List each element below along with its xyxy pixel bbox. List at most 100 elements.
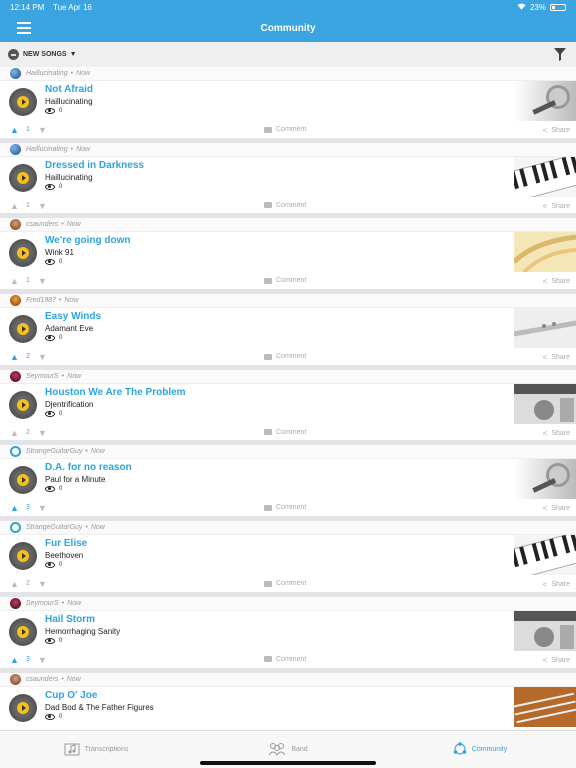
post-body[interactable]: Easy Winds Adamant Eve 0 <box>0 308 576 350</box>
share-button[interactable]: < Share <box>543 277 570 286</box>
comment-button[interactable]: Comment <box>264 277 306 284</box>
upvote-arrow-icon[interactable]: ▲ <box>10 352 19 362</box>
song-title[interactable]: Houston We Are The Problem <box>45 387 186 398</box>
post-card[interactable]: Haillucinating • Now Dressed in Darkness… <box>0 142 576 219</box>
downvote-arrow-icon[interactable]: ▼ <box>38 428 47 438</box>
song-title[interactable]: Fur Elise <box>45 538 87 549</box>
song-filter-dropdown[interactable]: NEW SONGS ▼ <box>8 49 77 60</box>
avatar[interactable] <box>10 295 21 307</box>
funnel-icon[interactable] <box>554 48 566 61</box>
avatar[interactable] <box>10 68 21 79</box>
play-button[interactable] <box>9 466 37 495</box>
downvote-arrow-icon[interactable]: ▼ <box>38 655 47 665</box>
tab-transcriptions[interactable]: Transcriptions <box>0 731 192 768</box>
song-title[interactable]: Cup O' Joe <box>45 690 97 701</box>
play-button[interactable] <box>9 542 37 571</box>
post-author[interactable]: csaunders <box>26 221 58 228</box>
post-body[interactable]: We're going down Wink 91 0 <box>0 232 576 274</box>
view-count: 0 <box>45 335 62 342</box>
post-author[interactable]: SeymourS <box>26 600 59 607</box>
share-button[interactable]: < Share <box>543 580 570 589</box>
post-author[interactable]: SeymourS <box>26 373 59 380</box>
avatar[interactable] <box>10 597 21 609</box>
downvote-arrow-icon[interactable]: ▼ <box>38 201 47 211</box>
play-button[interactable] <box>9 163 37 192</box>
post-body[interactable]: Not Afraid Haillucinating 0 <box>0 81 576 123</box>
comment-button[interactable]: Comment <box>264 429 306 436</box>
comment-label: Comment <box>276 580 307 588</box>
post-author[interactable]: csaunders <box>26 676 58 683</box>
song-title[interactable]: Easy Winds <box>45 311 101 322</box>
post-card[interactable]: StrangeGuitarGuy • Now D.A. for no reaso… <box>0 445 576 522</box>
post-author[interactable]: Fred1987 <box>26 297 56 304</box>
post-card[interactable]: csaunders • Now We're going down Wink 91… <box>0 218 576 295</box>
post-card[interactable]: SeymourS • Now Houston We Are The Proble… <box>0 369 576 446</box>
post-body[interactable]: D.A. for no reason Paul for a Minute 0 <box>0 459 576 501</box>
comment-button[interactable]: Comment <box>264 202 306 209</box>
song-title[interactable]: Hail Storm <box>45 614 95 625</box>
comment-button[interactable]: Comment <box>264 656 306 663</box>
downvote-arrow-icon[interactable]: ▼ <box>38 352 47 362</box>
play-button[interactable] <box>9 390 37 419</box>
upvote-arrow-icon[interactable]: ▲ <box>10 503 19 513</box>
post-header: Fred1987 • Now <box>0 294 576 309</box>
song-title[interactable]: D.A. for no reason <box>45 462 132 473</box>
play-icon <box>17 96 29 108</box>
downvote-arrow-icon[interactable]: ▼ <box>38 125 47 135</box>
song-title[interactable]: Dressed in Darkness <box>45 160 144 171</box>
tab-community[interactable]: Community <box>384 731 576 768</box>
post-body[interactable]: Dressed in Darkness Haillucinating 0 <box>0 156 576 199</box>
comment-icon <box>264 277 272 284</box>
eye-icon <box>45 108 55 114</box>
upvote-arrow-icon[interactable]: ▲ <box>10 428 19 438</box>
avatar[interactable] <box>10 446 21 458</box>
avatar[interactable] <box>10 522 21 534</box>
song-title[interactable]: We're going down <box>45 235 131 246</box>
avatar[interactable] <box>10 370 21 382</box>
upvote-arrow-icon[interactable]: ▲ <box>10 579 19 589</box>
avatar[interactable] <box>10 143 21 155</box>
upvote-arrow-icon[interactable]: ▲ <box>10 201 19 211</box>
share-button[interactable]: < Share <box>543 504 570 513</box>
post-body[interactable]: Cup O' Joe Dad Bod & The Father Figures … <box>0 686 576 729</box>
share-button[interactable]: < Share <box>543 429 570 438</box>
play-button[interactable] <box>9 88 37 116</box>
post-time: Now <box>90 448 105 456</box>
avatar[interactable] <box>10 219 21 231</box>
play-button[interactable] <box>9 693 37 722</box>
upvote-arrow-icon[interactable]: ▲ <box>10 655 19 665</box>
share-button[interactable]: < Share <box>543 656 570 665</box>
upvote-arrow-icon[interactable]: ▲ <box>10 276 19 286</box>
post-body[interactable]: Houston We Are The Problem Djentrificati… <box>0 383 576 426</box>
downvote-arrow-icon[interactable]: ▼ <box>38 276 47 286</box>
downvote-arrow-icon[interactable]: ▼ <box>38 579 47 589</box>
post-card[interactable]: StrangeGuitarGuy • Now Fur Elise Beethov… <box>0 521 576 597</box>
avatar[interactable] <box>10 673 21 685</box>
post-card[interactable]: Haillucinating • Now Not Afraid Hailluci… <box>0 67 576 143</box>
share-button[interactable]: < Share <box>543 126 570 135</box>
post-body[interactable]: Fur Elise Beethoven 0 <box>0 535 576 577</box>
comment-button[interactable]: Comment <box>264 504 306 511</box>
play-button[interactable] <box>9 239 37 268</box>
share-button[interactable]: < Share <box>543 202 570 211</box>
post-author[interactable]: Haillucinating <box>26 70 68 77</box>
song-title[interactable]: Not Afraid <box>45 84 93 95</box>
song-artist: Haillucinating <box>45 97 93 106</box>
menu-icon[interactable] <box>17 22 31 34</box>
upvote-arrow-icon[interactable]: ▲ <box>10 125 19 135</box>
share-button[interactable]: < Share <box>543 353 570 362</box>
play-button[interactable] <box>9 315 37 344</box>
post-author[interactable]: StrangeGuitarGuy <box>26 524 82 531</box>
post-card[interactable]: Fred1987 • Now Easy Winds Adamant Eve 0 … <box>0 294 576 370</box>
comment-button[interactable]: Comment <box>264 353 306 360</box>
play-button[interactable] <box>9 617 37 646</box>
comment-button[interactable]: Comment <box>264 126 306 133</box>
post-card[interactable]: csaunders • Now Cup O' Joe Dad Bod & The… <box>0 672 576 730</box>
post-author[interactable]: Haillucinating <box>26 146 68 153</box>
post-card[interactable]: SeymourS • Now Hail Storm Hemorrhaging S… <box>0 596 576 673</box>
downvote-arrow-icon[interactable]: ▼ <box>38 503 47 513</box>
post-author[interactable]: StrangeGuitarGuy <box>26 448 82 455</box>
comment-button[interactable]: Comment <box>264 580 306 587</box>
post-body[interactable]: Hail Storm Hemorrhaging Sanity 0 <box>0 610 576 653</box>
share-icon: < <box>542 201 548 211</box>
